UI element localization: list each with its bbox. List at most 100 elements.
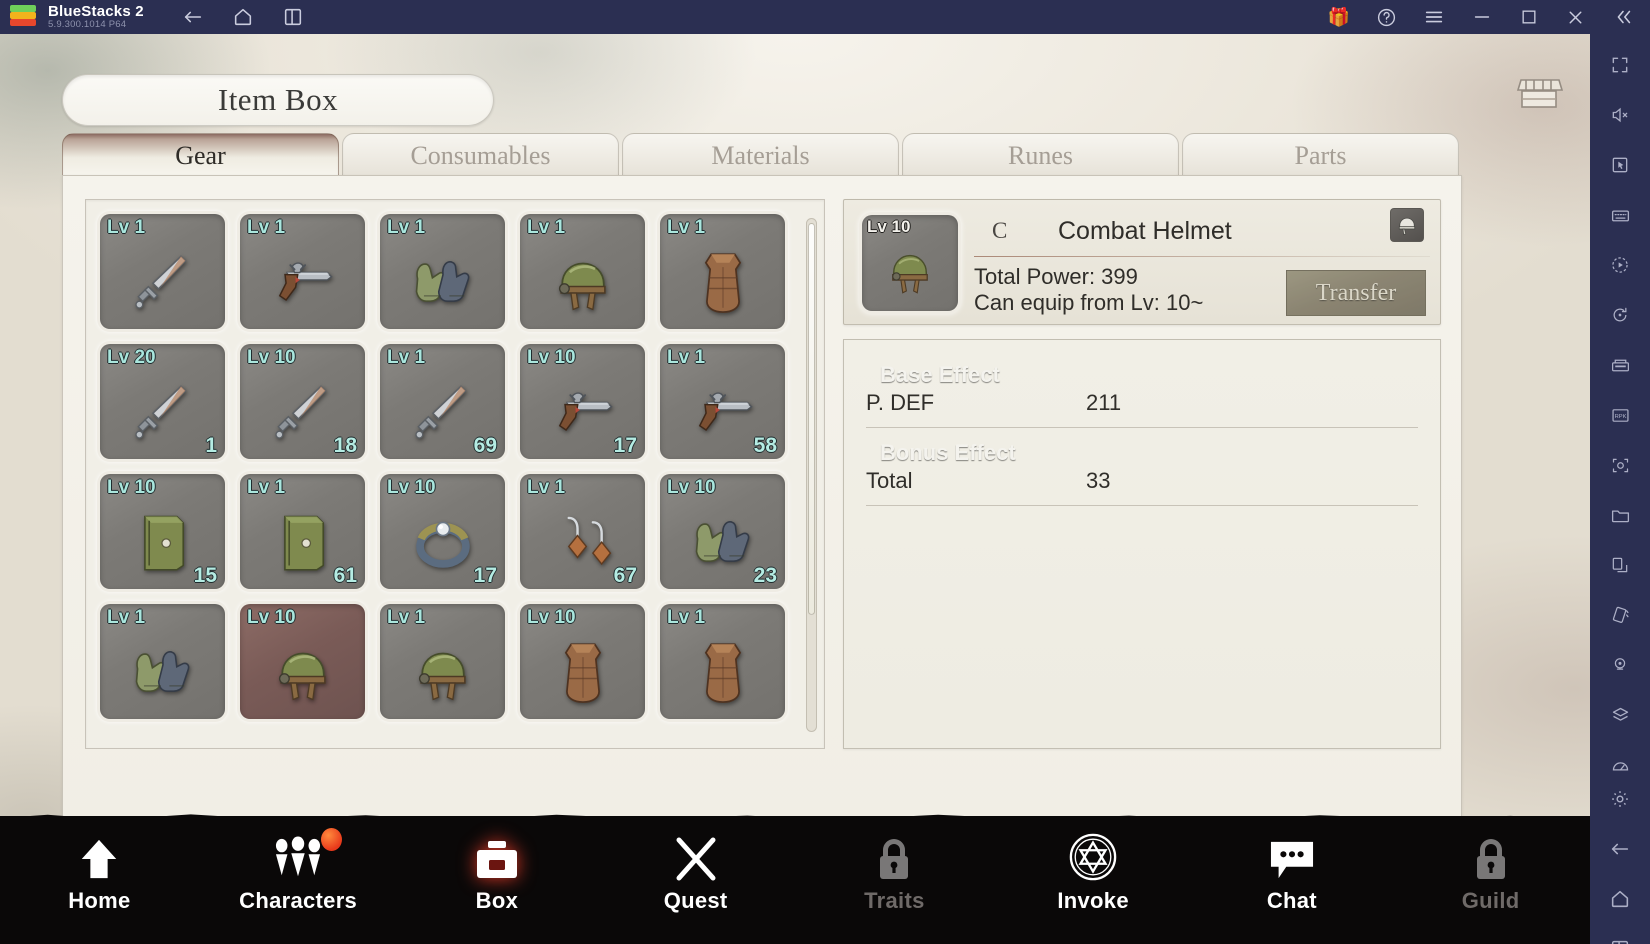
inventory-slot[interactable]: Lv 1 xyxy=(520,214,645,329)
app-title-block: BlueStacks 2 5.9.300.1014 P64 xyxy=(48,4,144,30)
cursor-icon[interactable] xyxy=(1603,148,1637,182)
fullscreen-icon[interactable] xyxy=(1603,48,1637,82)
slot-level: Lv 10 xyxy=(667,477,716,498)
screen-root: BlueStacks 2 5.9.300.1014 P64 🎁 Item Box… xyxy=(0,0,1650,944)
effect-value: 211 xyxy=(1086,390,1122,415)
recents-icon[interactable] xyxy=(1603,932,1637,944)
multi-instance-manager-icon[interactable] xyxy=(1603,348,1637,382)
armor-icon xyxy=(660,626,785,715)
item-total-power: Total Power: 399 xyxy=(974,264,1138,289)
transfer-button[interactable]: Transfer xyxy=(1286,270,1426,316)
nav-item-traits: Traits xyxy=(795,830,994,940)
copy-to-device-icon[interactable] xyxy=(1603,548,1637,582)
rotate-icon[interactable] xyxy=(1603,298,1637,332)
sidebar-bottom-group xyxy=(1603,782,1637,944)
settings-gear-icon[interactable] xyxy=(1603,782,1637,816)
inventory-slot[interactable]: Lv 1 xyxy=(660,604,785,719)
layers-icon[interactable] xyxy=(1603,698,1637,732)
nav-item-label: Characters xyxy=(239,888,358,913)
item-effects-panel: Base Effect P. DEF 211 Bonus Effect Tota… xyxy=(843,339,1441,749)
shake-icon[interactable] xyxy=(1603,598,1637,632)
item-equip-requirement: Can equip from Lv: 10~ xyxy=(974,290,1204,315)
mute-icon[interactable] xyxy=(1603,98,1637,132)
help-icon[interactable] xyxy=(1376,7,1397,28)
menu-icon[interactable] xyxy=(1423,6,1445,28)
nav-item-chat[interactable]: Chat xyxy=(1193,830,1392,940)
screenshot-icon[interactable] xyxy=(1603,448,1637,482)
slot-level: Lv 10 xyxy=(387,477,436,498)
slot-level: Lv 1 xyxy=(387,347,426,368)
inventory-grid: Lv 1 Lv 1 Lv 1 Lv 1 Lv 1 Lv 20 1 Lv 10 1… xyxy=(100,214,790,719)
inventory-slot[interactable]: Lv 10 17 xyxy=(380,474,505,589)
keyboard-controls-icon[interactable] xyxy=(1603,198,1637,232)
sidebar-top-group: RPK xyxy=(1603,34,1637,782)
nav-item-label: Box xyxy=(475,888,519,913)
nav-item-guild: Guild xyxy=(1391,830,1590,940)
slot-level: Lv 1 xyxy=(107,217,146,238)
inventory-slot[interactable]: Lv 10 18 xyxy=(240,344,365,459)
inventory-slot[interactable]: Lv 1 61 xyxy=(240,474,365,589)
slot-level: Lv 20 xyxy=(107,347,156,368)
app-title: BlueStacks 2 xyxy=(48,3,144,21)
tab-materials[interactable]: Materials xyxy=(622,133,899,177)
inventory-slot[interactable]: Lv 20 1 xyxy=(100,344,225,459)
effect-key: Total xyxy=(866,468,913,493)
inventory-slot[interactable]: Lv 1 xyxy=(100,214,225,329)
bottom-nav-items: Home Characters Box Quest Traits Invoke C… xyxy=(0,828,1590,940)
media-folder-icon[interactable] xyxy=(1603,498,1637,532)
macro-play-icon[interactable] xyxy=(1603,248,1637,282)
inventory-slot[interactable]: Lv 10 15 xyxy=(100,474,225,589)
nav-item-quest[interactable]: Quest xyxy=(596,830,795,940)
tab-consumables[interactable]: Consumables xyxy=(342,133,619,177)
inventory-scrollbar[interactable] xyxy=(806,218,817,732)
tab-runes[interactable]: Runes xyxy=(902,133,1179,177)
slot-quantity: 61 xyxy=(333,564,357,587)
inventory-slot[interactable]: Lv 10 17 xyxy=(520,344,645,459)
nav-item-invoke[interactable]: Invoke xyxy=(994,830,1193,940)
rpk-icon[interactable]: RPK xyxy=(1603,398,1637,432)
home-arrow-icon xyxy=(76,830,122,882)
slot-level: Lv 10 xyxy=(247,607,296,628)
titlebar-window-controls: 🎁 xyxy=(1328,6,1634,28)
pistol-icon xyxy=(240,236,365,325)
inventory-slot[interactable]: Lv 1 xyxy=(240,214,365,329)
back-icon[interactable] xyxy=(182,6,204,28)
equipped-helmet-icon[interactable] xyxy=(1390,208,1424,242)
inventory-slot[interactable]: Lv 1 69 xyxy=(380,344,505,459)
nav-item-characters[interactable]: Characters xyxy=(199,828,398,940)
close-icon[interactable] xyxy=(1565,7,1586,28)
inventory-slot[interactable]: Lv 10 xyxy=(240,604,365,719)
multi-instance-icon[interactable] xyxy=(282,6,304,28)
home-icon[interactable] xyxy=(1603,882,1637,916)
slot-level: Lv 1 xyxy=(527,217,566,238)
collapse-sidebar-icon[interactable] xyxy=(1612,6,1634,28)
tab-gear[interactable]: Gear xyxy=(62,133,339,177)
nav-item-box[interactable]: Box xyxy=(398,830,597,940)
inventory-slot[interactable]: Lv 1 xyxy=(660,214,785,329)
bottom-navigation-bar: Home Characters Box Quest Traits Invoke C… xyxy=(0,816,1590,944)
shop-icon[interactable] xyxy=(1512,72,1568,116)
location-icon[interactable] xyxy=(1603,648,1637,682)
nav-item-home[interactable]: Home xyxy=(0,830,199,940)
back-icon[interactable] xyxy=(1603,832,1637,866)
gift-icon[interactable]: 🎁 xyxy=(1328,8,1350,26)
inventory-slot[interactable]: Lv 1 xyxy=(100,604,225,719)
inventory-slot[interactable]: Lv 10 23 xyxy=(660,474,785,589)
slot-quantity: 17 xyxy=(613,434,637,457)
inventory-scrollbar-thumb[interactable] xyxy=(808,223,815,615)
maximize-icon[interactable] xyxy=(1519,7,1539,27)
minimize-icon[interactable] xyxy=(1471,6,1493,28)
hexagram-icon xyxy=(1068,830,1118,882)
slot-level: Lv 10 xyxy=(527,347,576,368)
slot-level: Lv 1 xyxy=(247,477,286,498)
performance-icon[interactable] xyxy=(1603,748,1637,782)
tab-parts[interactable]: Parts xyxy=(1182,133,1459,177)
inventory-slot[interactable]: Lv 1 xyxy=(380,214,505,329)
inventory-slot[interactable]: Lv 1 67 xyxy=(520,474,645,589)
inventory-slot[interactable]: Lv 1 xyxy=(380,604,505,719)
inventory-slot[interactable]: Lv 1 58 xyxy=(660,344,785,459)
helmet-icon xyxy=(866,235,954,307)
inventory-slot[interactable]: Lv 10 xyxy=(520,604,645,719)
home-icon[interactable] xyxy=(232,6,254,28)
nav-item-label: Invoke xyxy=(1057,888,1129,913)
